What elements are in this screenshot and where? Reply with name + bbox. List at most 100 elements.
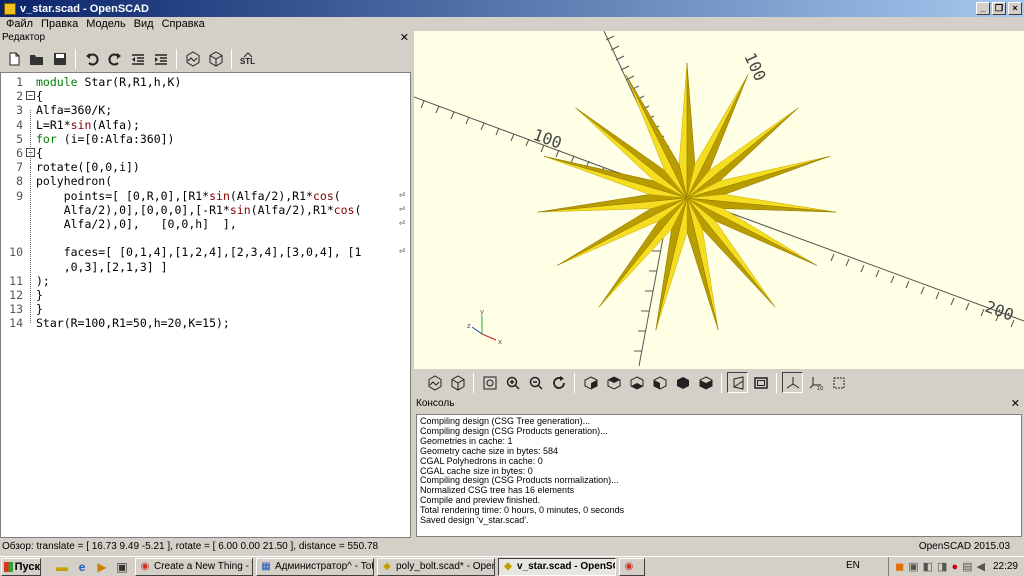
code-editor[interactable]: 1 module Star(R,R1,h,K) 2−{3 Alfa=360/K; 4 L=…	[0, 72, 411, 538]
menu-help[interactable]: Справка	[158, 17, 209, 31]
menu-view[interactable]: Вид	[130, 17, 158, 31]
orthogonal-icon[interactable]	[750, 372, 771, 393]
open-file-icon[interactable]	[26, 48, 47, 69]
preview-icon[interactable]	[182, 48, 203, 69]
axis-label: 200	[983, 297, 1017, 325]
editor-close-icon[interactable]: ✕	[400, 31, 409, 45]
tray-icon[interactable]: ●	[951, 561, 958, 573]
indent-icon[interactable]	[150, 48, 171, 69]
code-line[interactable]: Alfa/2),0],[0,0,0],[-R1*sin(Alfa/2),R1*c…	[1, 202, 410, 217]
openscad-icon	[4, 2, 16, 15]
code-line[interactable]: 11);	[1, 274, 410, 288]
new-file-icon[interactable]	[3, 48, 24, 69]
svg-text:10: 10	[817, 386, 823, 390]
language-indicator[interactable]: EN	[846, 560, 860, 571]
code-text: faces=[ [0,1,4],[1,2,4],[2,3,4],[3,0,4],…	[36, 245, 362, 260]
code-line[interactable]	[1, 231, 410, 245]
code-line[interactable]: Alfa/2),0], [0,0,h] ], ⏎	[1, 217, 410, 231]
view-all-icon[interactable]	[479, 372, 500, 393]
code-line[interactable]: 8 polyhedron(	[1, 174, 410, 189]
tray-icon[interactable]: ▣	[908, 560, 918, 573]
code-line[interactable]: 3 Alfa=360/K;	[1, 103, 410, 118]
close-button[interactable]: ×	[1008, 2, 1022, 15]
code-text: Alfa=360/K;	[36, 103, 113, 118]
code-line[interactable]: 6−{	[1, 146, 410, 160]
code-line[interactable]: 10 faces=[ [0,1,4],[1,2,4],[2,3,4],[3,0,…	[1, 245, 410, 260]
view-left-icon[interactable]	[649, 372, 670, 393]
code-text: Alfa/2),0],[0,0,0],[-R1*sin(Alfa/2),R1*c…	[36, 202, 362, 217]
menu-file[interactable]: Файл	[2, 17, 37, 31]
ie-icon[interactable]: e	[75, 560, 89, 574]
3d-scene: 100 100 200 x y z	[414, 31, 1024, 367]
tray-icon[interactable]: ◧	[923, 560, 933, 573]
taskbar-item[interactable]: ◆ poly_bolt.scad* - OpenS...	[377, 557, 495, 576]
volume-icon[interactable]: ◀	[977, 560, 985, 573]
code-line[interactable]: 12}	[1, 288, 410, 302]
axis-label: 100	[531, 125, 565, 153]
code-line[interactable]: ,0,3],[2,1,3] ]	[1, 260, 410, 274]
undo-icon[interactable]	[81, 48, 102, 69]
code-line[interactable]: 2−{	[1, 89, 410, 104]
taskbar-item[interactable]: ◉	[619, 557, 645, 576]
taskbar-item-active[interactable]: ◆ v_star.scad - OpenSCAD	[498, 557, 616, 576]
network-icon[interactable]: ▤	[962, 560, 972, 573]
redo-icon[interactable]	[104, 48, 125, 69]
code-line[interactable]: 5 for (i=[0:Alfa:360])	[1, 132, 410, 146]
code-line[interactable]: 13}	[1, 302, 410, 317]
media-icon[interactable]: ▶	[95, 560, 109, 574]
minimize-button[interactable]: _	[976, 2, 990, 15]
show-scale-icon[interactable]: 10	[805, 372, 826, 393]
taskbar-item[interactable]: ▦ Администратор^ - Tota...	[256, 557, 374, 576]
show-axes-icon[interactable]	[782, 372, 803, 393]
show-edges-icon[interactable]	[828, 372, 849, 393]
preview-icon[interactable]	[424, 372, 445, 393]
render-icon[interactable]	[205, 48, 226, 69]
openscad-icon: ◆	[504, 560, 512, 572]
code-line[interactable]: 7 rotate([0,0,i])	[1, 160, 410, 175]
restore-button[interactable]: ❐	[992, 2, 1006, 15]
zoom-in-icon[interactable]	[502, 372, 523, 393]
menu-edit[interactable]: Правка	[37, 17, 82, 31]
axis-gizmo: x y z	[467, 308, 502, 346]
3d-viewport[interactable]: 100 100 200 x y z	[414, 31, 1024, 369]
view-bottom-icon[interactable]	[626, 372, 647, 393]
console-close-icon[interactable]: ✕	[1011, 397, 1020, 411]
unindent-icon[interactable]	[127, 48, 148, 69]
perspective-icon[interactable]	[727, 372, 748, 393]
toolbar-separator	[75, 48, 76, 69]
view-front-icon[interactable]	[672, 372, 693, 393]
code-line[interactable]: 14 Star(R=100,R1=50,h=20,K=15);	[1, 316, 410, 330]
taskbar-item[interactable]: ◉ Create a New Thing - Thi...	[135, 557, 253, 576]
reset-view-icon[interactable]	[548, 372, 569, 393]
code-text: rotate([0,0,i])	[36, 160, 140, 175]
view-top-icon[interactable]	[603, 372, 624, 393]
code-text: module Star(R,R1,h,K)	[36, 75, 182, 89]
fold-toggle-icon[interactable]: −	[26, 91, 35, 101]
code-line[interactable]: 9 points=[ [0,R,0],[R1*sin(Alfa/2),R1*co…	[1, 188, 410, 203]
console-output[interactable]: Compiling design (CSG Tree generation)..…	[416, 414, 1022, 537]
code-text: }	[36, 302, 43, 317]
code-line[interactable]: 1 module Star(R,R1,h,K)	[1, 75, 410, 89]
start-button[interactable]: Пуск	[1, 557, 41, 576]
line-number: 3	[16, 103, 23, 118]
tray-icon[interactable]: ◼	[895, 560, 904, 573]
code-text: points=[ [0,R,0],[R1*sin(Alfa/2),R1*cos(	[36, 188, 341, 203]
desktop-icon[interactable]: ▣	[115, 560, 129, 574]
code-line[interactable]: 4 L=R1*sin(Alfa);	[1, 118, 410, 132]
view-back-icon[interactable]	[695, 372, 716, 393]
wrap-indicator-icon: ⏎	[399, 218, 406, 229]
console-title: Консоль	[416, 398, 455, 409]
line-number: 8	[16, 174, 23, 189]
folder-icon[interactable]: ▬	[55, 560, 69, 574]
save-icon[interactable]	[49, 48, 70, 69]
line-number: 2	[16, 89, 23, 104]
window-title: v_star.scad - OpenSCAD	[20, 2, 149, 15]
tray-icon[interactable]: ◨	[937, 560, 947, 573]
toolbar-separator	[574, 372, 575, 393]
view-right-icon[interactable]	[580, 372, 601, 393]
line-number: 7	[16, 160, 23, 175]
zoom-out-icon[interactable]	[525, 372, 546, 393]
render-icon[interactable]	[447, 372, 468, 393]
menu-design[interactable]: Модель	[82, 17, 129, 31]
export-stl-icon[interactable]: STL	[237, 48, 258, 69]
